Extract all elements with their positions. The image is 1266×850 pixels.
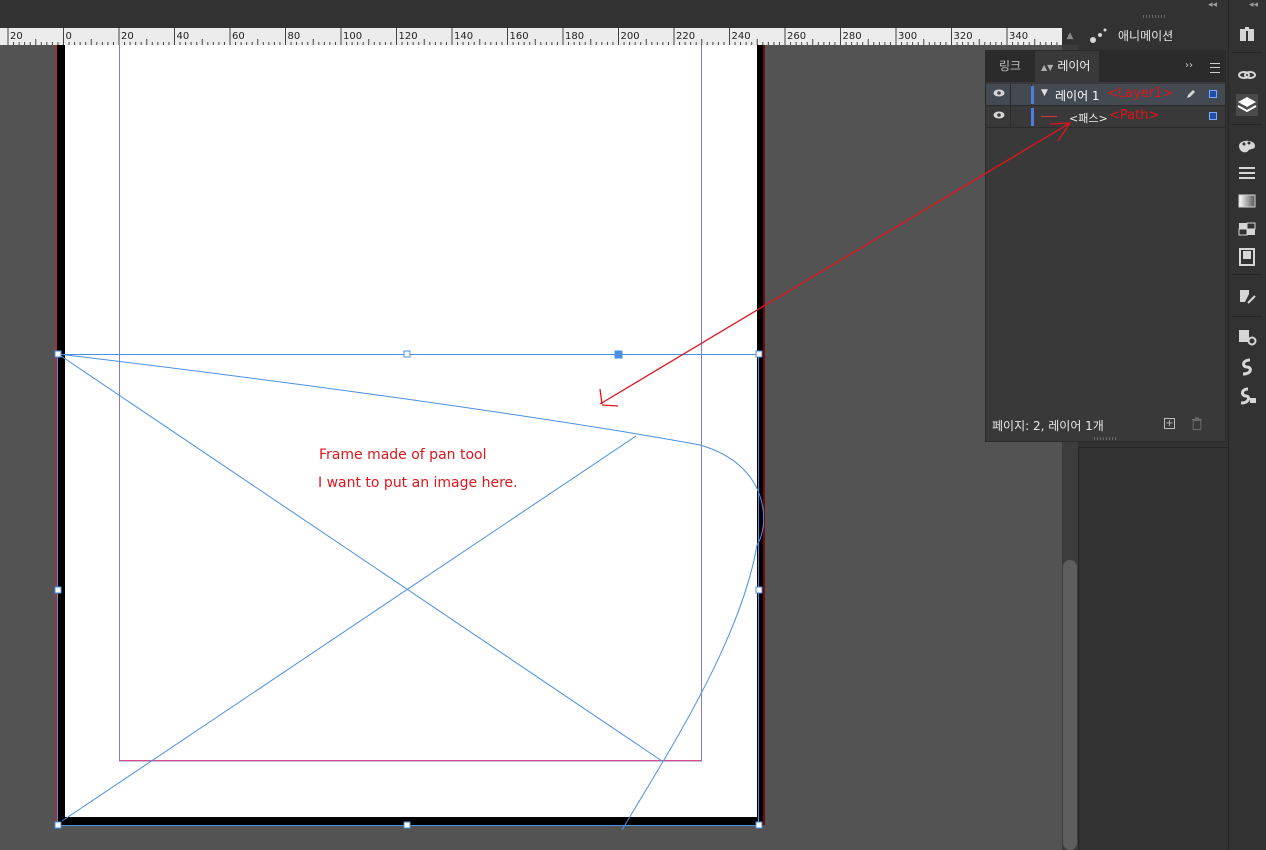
- ruler-label: 180: [565, 31, 584, 42]
- handle-middle-right[interactable]: [755, 586, 763, 594]
- chevron-down-icon[interactable]: ▼: [1041, 88, 1048, 98]
- paragraph-styles-icon[interactable]: [1236, 286, 1258, 308]
- tab-links[interactable]: 링크: [986, 51, 1034, 82]
- layer-color-swatch: [1031, 108, 1034, 126]
- ruler-label: 240: [732, 31, 751, 42]
- artboard-svg[interactable]: Frame made of pan tool I want to put an …: [0, 45, 1062, 850]
- lock-toggle[interactable]: [1010, 106, 1032, 128]
- layer-name[interactable]: 레이어 1: [1055, 87, 1100, 104]
- animation-icon: [1090, 28, 1107, 43]
- cc-libraries-icon[interactable]: [1236, 24, 1258, 46]
- collapse-panels-icon[interactable]: ◂◂: [1208, 0, 1217, 10]
- layer-row-path[interactable]: <패스> <Path>: [986, 106, 1225, 128]
- collapse-panels-icon[interactable]: ◂◂: [1249, 0, 1258, 10]
- path-thumbnail: [1041, 116, 1057, 117]
- panel-status: 페이지: 2, 레이어 1개: [992, 419, 1104, 433]
- panel-menu-icon[interactable]: [1210, 63, 1220, 73]
- ruler-label: 20: [121, 31, 134, 42]
- handle-bottom-center[interactable]: [403, 821, 411, 829]
- vertical-scrollbar-thumb[interactable]: [1063, 560, 1077, 850]
- tab-layers[interactable]: ▲▼ 레이어: [1035, 51, 1099, 82]
- eye-icon[interactable]: [993, 111, 1005, 119]
- annotation-text-1: Frame made of pan tool: [319, 447, 486, 463]
- eye-icon[interactable]: [993, 89, 1005, 97]
- chevron-up-icon[interactable]: ▲: [1064, 29, 1076, 43]
- handle-top-center[interactable]: [403, 350, 411, 358]
- ruler-label: 200: [621, 31, 640, 42]
- layers-icon[interactable]: [1236, 94, 1258, 116]
- pages-icon[interactable]: [1236, 246, 1258, 268]
- panel-grip[interactable]: [1143, 15, 1165, 18]
- ruler-label: 140: [454, 31, 473, 42]
- panel-divider-vertical: [1078, 449, 1079, 850]
- layer-annotation: <Layer1>: [1107, 86, 1174, 101]
- document-canvas[interactable]: Frame made of pan tool I want to put an …: [0, 45, 1078, 850]
- ruler-label: 160: [510, 31, 529, 42]
- panel-divider: [1078, 447, 1228, 448]
- object-styles-icon[interactable]: [1236, 386, 1258, 408]
- layers-panel: 링크 ▲▼ 레이어 ›› ▼ 레이어 1 <Layer1> <패스> <Path>…: [985, 50, 1226, 442]
- ruler-label: 320: [954, 31, 973, 42]
- horizontal-ruler[interactable]: 20 0 20 40 60 80 100 120 140 160 180 200 220 240 260 28…: [0, 28, 1062, 45]
- links-icon[interactable]: [1236, 64, 1258, 86]
- handle-bottom-left[interactable]: [54, 821, 62, 829]
- ruler-label: 120: [399, 31, 418, 42]
- ruler-ticks: 20 0 20 40 60 80 100 120 140 160 180 200 220 240 260 28…: [7, 28, 1058, 45]
- tool-separator: [1232, 124, 1262, 125]
- tab-layers-label: 레이어: [1057, 59, 1091, 73]
- ruler-label: 280: [843, 31, 862, 42]
- gradient-icon[interactable]: [1236, 190, 1258, 212]
- swatches-icon[interactable]: [1236, 134, 1258, 156]
- character-styles-icon[interactable]: [1236, 356, 1258, 378]
- panel-footer: 페이지: 2, 레이어 1개 +: [986, 409, 1225, 439]
- ruler-label: 220: [676, 31, 695, 42]
- layer-row-layer1[interactable]: ▼ 레이어 1 <Layer1>: [986, 84, 1225, 106]
- tool-separator: [1232, 316, 1262, 317]
- path-name[interactable]: <패스>: [1069, 110, 1108, 126]
- ruler-label: 80: [288, 31, 301, 42]
- ruler-label: 60: [232, 31, 245, 42]
- cc-tools-icon[interactable]: [1236, 326, 1258, 348]
- selection-indicator[interactable]: [1209, 90, 1217, 98]
- handle-bottom-right[interactable]: [755, 821, 763, 829]
- layer-color-swatch: [1031, 86, 1034, 104]
- top-bar: [0, 0, 1078, 28]
- annotation-text-2: I want to put an image here.: [318, 475, 518, 491]
- tab-updown-icon: ▲▼: [1041, 63, 1054, 72]
- ruler-label: 340: [1009, 31, 1028, 42]
- expand-panel-icon[interactable]: ››: [1185, 60, 1193, 71]
- pen-icon: [1187, 90, 1195, 98]
- page[interactable]: [65, 45, 757, 817]
- handle-top-right[interactable]: [755, 350, 763, 358]
- ruler-label: 40: [177, 31, 190, 42]
- ruler-label: 300: [898, 31, 917, 42]
- tool-separator: [1232, 52, 1262, 53]
- stroke-icon[interactable]: [1236, 162, 1258, 184]
- panel-tab-strip: 링크 ▲▼ 레이어 ››: [986, 51, 1225, 82]
- new-layer-icon[interactable]: +: [1164, 418, 1175, 429]
- ruler-label: 20: [10, 31, 23, 42]
- lock-toggle[interactable]: [1010, 84, 1032, 106]
- tool-icon-column: [1228, 0, 1266, 850]
- ruler-label: 0: [66, 31, 72, 42]
- center-point-handle[interactable]: [614, 350, 623, 359]
- panel-grip[interactable]: [1094, 437, 1116, 440]
- path-annotation: <Path>: [1109, 108, 1160, 123]
- ruler-label: 260: [787, 31, 806, 42]
- effects-icon[interactable]: [1236, 218, 1258, 240]
- animation-panel-title[interactable]: 애니메이션: [1118, 27, 1173, 44]
- selection-indicator[interactable]: [1209, 112, 1217, 120]
- handle-middle-left[interactable]: [54, 586, 62, 594]
- ruler-label: 100: [343, 31, 362, 42]
- handle-top-left[interactable]: [54, 350, 62, 358]
- tool-separator: [1232, 274, 1262, 275]
- trash-icon[interactable]: [1191, 417, 1203, 430]
